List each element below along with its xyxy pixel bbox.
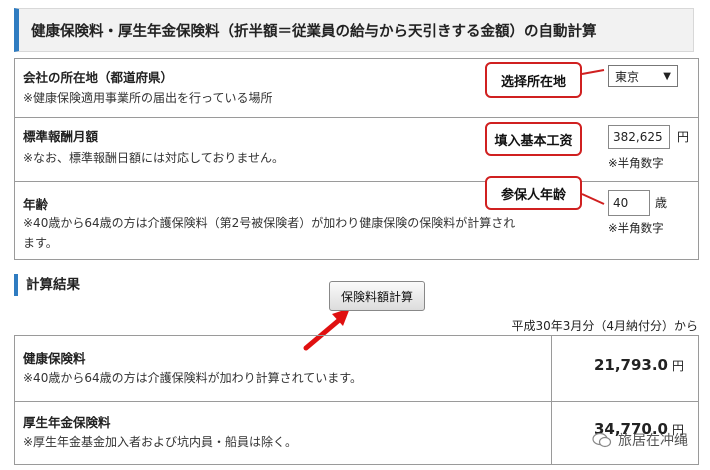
- health-insurance-note: ※40歳から64歳の方は介護保険料が加わり計算されています。: [23, 371, 363, 385]
- results-section-title: 計算結果: [14, 274, 80, 296]
- callout-age: 参保人年龄: [485, 176, 582, 210]
- calculate-button[interactable]: 保険料額計算: [329, 281, 425, 311]
- salary-unit: 円: [677, 130, 690, 144]
- prefecture-selected-value: 東京: [615, 69, 640, 84]
- health-insurance-amount: 21,793.0 円: [594, 356, 684, 374]
- pension-insurance-label: 厚生年金保険料: [23, 415, 111, 430]
- dropdown-arrow-icon: ▼: [663, 70, 671, 82]
- age-note-line2: ます。: [23, 236, 58, 250]
- salary-hint: ※半角数字: [608, 156, 664, 170]
- wechat-icon: [592, 432, 612, 448]
- salary-label: 標準報酬月額: [23, 129, 99, 144]
- page-title: 健康保険料・厚生年金保険料（折半額＝従業員の給与から天引きする金額）の自動計算: [14, 8, 694, 52]
- health-insurance-label: 健康保険料: [23, 351, 86, 366]
- age-row: 年齢 ※40歳から64歳の方は介護保険料（第2号被保険者）が加わり健康保険の保険…: [15, 181, 698, 259]
- period-note: 平成30年3月分（4月納付分）から: [511, 319, 698, 333]
- salary-note: ※なお、標準報酬日額には対応しておりません。: [23, 151, 284, 165]
- age-unit: 歳: [655, 196, 668, 210]
- prefecture-note: ※健康保険適用事業所の届出を行っている場所: [23, 91, 273, 105]
- salary-row: 標準報酬月額 ※なお、標準報酬日額には対応しておりません。 382,625 円 …: [15, 117, 698, 181]
- pension-insurance-note: ※厚生年金基金加入者および坑内員・船員は除く。: [23, 435, 298, 449]
- callout-salary: 填入基本工资: [485, 122, 582, 156]
- salary-input[interactable]: 382,625: [608, 125, 670, 149]
- result-row-health: 健康保険料 ※40歳から64歳の方は介護保険料が加わり計算されています。 21,…: [15, 336, 698, 401]
- watermark-text: 旅居在冲绳: [618, 433, 688, 449]
- prefecture-select[interactable]: 東京 ▼: [608, 65, 678, 87]
- insurance-form: 会社の所在地（都道府県） ※健康保険適用事業所の届出を行っている場所 東京 ▼ …: [14, 58, 699, 260]
- health-amount-number: 21,793.0: [593, 356, 668, 374]
- result-divider: [551, 402, 552, 465]
- age-input[interactable]: 40: [608, 190, 650, 216]
- age-note-line1: ※40歳から64歳の方は介護保険料（第2号被保険者）が加わり健康保険の保険料が計…: [23, 216, 516, 230]
- result-divider: [551, 336, 552, 401]
- age-hint: ※半角数字: [608, 221, 664, 235]
- prefecture-row: 会社の所在地（都道府県） ※健康保険適用事業所の届出を行っている場所 東京 ▼: [15, 59, 698, 117]
- watermark: 旅居在冲绳: [592, 430, 688, 450]
- age-label: 年齢: [23, 197, 49, 212]
- health-amount-unit: 円: [671, 359, 684, 373]
- prefecture-label: 会社の所在地（都道府県）: [23, 70, 174, 85]
- callout-prefecture: 选择所在地: [485, 62, 582, 98]
